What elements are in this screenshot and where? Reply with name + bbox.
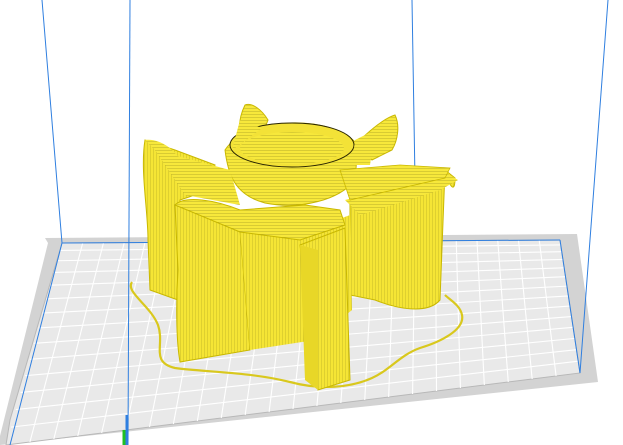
3d-viewport[interactable] (0, 0, 623, 445)
scene (0, 0, 609, 445)
